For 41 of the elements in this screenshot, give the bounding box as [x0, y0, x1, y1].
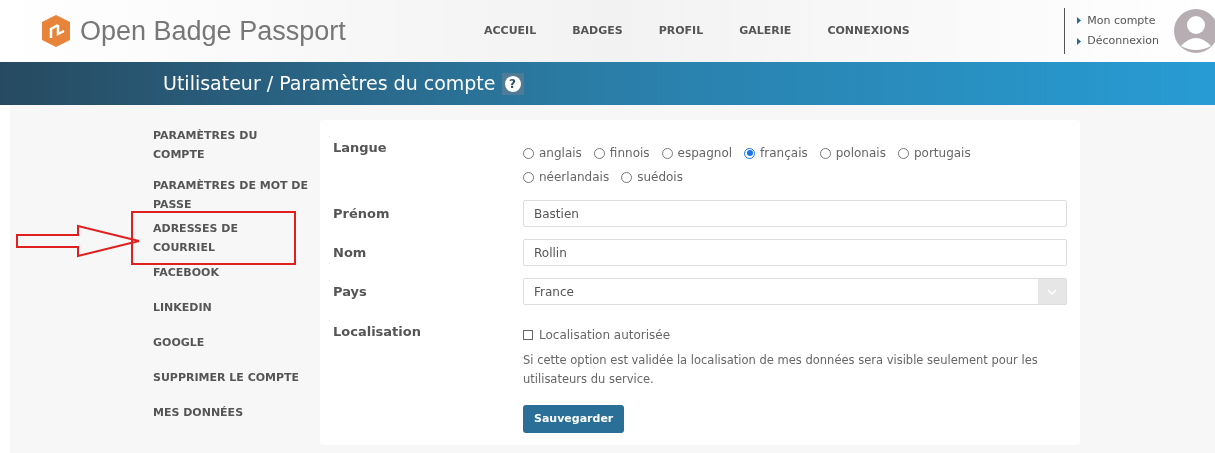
language-radio[interactable]: suédois: [621, 168, 683, 186]
nav-link[interactable]: PROFIL: [658, 22, 704, 40]
language-radio[interactable]: néerlandais: [523, 168, 610, 186]
sidebar-item[interactable]: LINKEDIN: [153, 298, 311, 317]
nav-link[interactable]: CONNEXIONS: [827, 22, 910, 40]
language-radio[interactable]: français: [744, 144, 808, 162]
page-title: Utilisateur / Paramètres du compte: [163, 71, 496, 97]
language-radio[interactable]: espagnol: [661, 144, 733, 162]
logo-icon: [40, 14, 72, 48]
field-label: Langue: [333, 139, 388, 157]
account-link[interactable]: Déconnexion: [1077, 33, 1159, 50]
location-checkbox[interactable]: Localisation autorisée: [523, 326, 1067, 344]
sidebar-item[interactable]: PARAMÈTRES DU COMPTE: [153, 126, 311, 164]
field-label: Nom: [333, 243, 368, 262]
language-radio[interactable]: polonais: [819, 144, 886, 162]
country-select[interactable]: France: [523, 278, 1067, 305]
caret-icon: [1077, 17, 1082, 25]
field-label: Pays: [333, 282, 368, 301]
caret-icon: [1077, 37, 1082, 45]
text-field[interactable]: Bastien: [523, 200, 1067, 227]
brand-name: Open Badge Passport: [80, 14, 346, 48]
nav-link[interactable]: BADGES: [572, 22, 623, 40]
sidebar-item[interactable]: FACEBOOK: [153, 263, 311, 282]
account-link[interactable]: Mon compte: [1077, 12, 1159, 29]
help-text: Si cette option est validée la localisation de mes données sera visible seulement pour les utilisateurs du service.: [523, 352, 1039, 388]
text-field[interactable]: Rollin: [523, 239, 1067, 266]
sidebar-item[interactable]: MES DONNÉES: [153, 403, 311, 422]
field-label: Prénom: [333, 204, 391, 223]
nav-link[interactable]: GALERIE: [739, 22, 792, 40]
sidebar-item[interactable]: GOOGLE: [153, 333, 311, 352]
nav-link[interactable]: ACCUEIL: [484, 22, 537, 40]
help-button[interactable]: ?: [501, 72, 524, 95]
language-radio[interactable]: finnois: [593, 144, 650, 162]
language-radio[interactable]: anglais: [523, 144, 582, 162]
sidebar-item[interactable]: SUPPRIMER LE COMPTE: [153, 368, 311, 387]
save-button[interactable]: Sauvegarder: [523, 405, 625, 433]
language-radio[interactable]: portugais: [897, 144, 971, 162]
avatar-icon[interactable]: [1173, 8, 1215, 54]
chevron-down-icon: [1047, 288, 1057, 295]
sidebar-item[interactable]: ADRESSES DE COURRIEL: [131, 210, 296, 265]
field-label: Localisation: [333, 323, 422, 341]
